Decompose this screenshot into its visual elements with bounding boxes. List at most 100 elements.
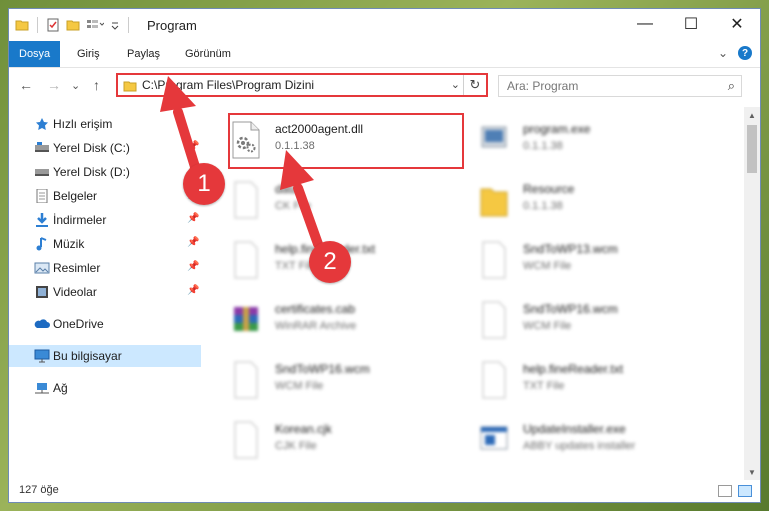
sidebar-item-videos[interactable]: Videolar 📌 <box>9 281 201 303</box>
file-item-sndtowp13[interactable]: SndToWP13.wcm WCM File <box>457 233 697 287</box>
up-button[interactable]: ↑ <box>93 77 100 93</box>
file-item-help-txt[interactable]: help.fineReader.txt TXT File <box>457 353 697 407</box>
sidebar-item-label: Resimler <box>53 261 101 275</box>
tab-view[interactable]: Görünüm <box>175 41 241 67</box>
toolbar-separator <box>37 17 38 33</box>
sidebar-item-label: Yerel Disk (C:) <box>53 141 130 155</box>
tab-file[interactable]: Dosya <box>9 41 61 67</box>
sidebar-item-documents[interactable]: Belgeler 📌 <box>9 185 201 207</box>
status-bar: 127 öğe <box>9 480 760 502</box>
cloud-icon <box>34 319 50 328</box>
ribbon-tabs: Dosya Giriş Paylaş Görünüm ⌄ ? <box>9 41 760 68</box>
sidebar-item-label: Müzik <box>53 237 85 251</box>
file-icon <box>234 181 258 219</box>
chevron-down-icon[interactable]: ⌄ <box>718 46 728 60</box>
sidebar-item-pictures[interactable]: Resimler 📌 <box>9 257 201 279</box>
annotation-badge-2: 2 <box>309 241 351 283</box>
file-name: Resource <box>523 182 575 196</box>
pin-icon: 📌 <box>187 285 200 296</box>
close-button[interactable]: ✕ <box>714 9 760 39</box>
annotation-badge-1: 1 <box>183 163 225 205</box>
maximize-button[interactable]: ☐ <box>668 9 714 39</box>
file-version: 0.1.1.38 <box>523 140 563 152</box>
tab-share[interactable]: Paylaş <box>117 41 170 67</box>
properties-icon[interactable] <box>46 18 60 32</box>
file-icon <box>234 241 258 279</box>
star-icon <box>36 118 48 130</box>
pin-icon: 📌 <box>187 261 200 272</box>
file-type: CK File <box>275 200 312 212</box>
file-icon <box>482 301 506 339</box>
new-folder-icon[interactable] <box>66 18 80 32</box>
file-explorer-window: Program — ☐ ✕ Dosya Giriş Paylaş Görünüm… <box>8 8 761 503</box>
file-item-program-exe[interactable]: program.exe 0.1.1.38 <box>457 113 697 167</box>
pin-icon: 📌 <box>187 141 200 152</box>
sidebar-item-local-disk-d[interactable]: Yerel Disk (D:) 📌 <box>9 161 201 183</box>
window-controls: — ☐ ✕ <box>622 9 760 39</box>
videos-icon <box>36 286 48 298</box>
sidebar-item-onedrive[interactable]: OneDrive <box>9 313 201 335</box>
file-version: 0.1.1.38 <box>523 200 563 212</box>
large-icons-view-icon[interactable] <box>738 485 752 497</box>
file-item-act2000agent-dll[interactable]: act2000agent.dll 0.1.1.38 <box>209 113 449 167</box>
file-item-sndtowp16[interactable]: SndToWP16.wcm WCM File <box>209 353 449 407</box>
file-item-certificates-cab[interactable]: certificates.cab WinRAR Archive <box>209 293 449 347</box>
customize-toolbar-icon[interactable] <box>110 18 120 32</box>
file-type: ABBY updates installer <box>523 440 636 452</box>
sidebar-item-label: OneDrive <box>53 317 104 331</box>
sidebar-item-music[interactable]: Müzik 📌 <box>9 233 201 255</box>
file-name: SndToWP16.wcm <box>523 302 618 316</box>
view-options-icon[interactable] <box>86 18 104 32</box>
back-button[interactable]: ← <box>19 77 33 93</box>
pin-icon: 📌 <box>187 213 200 224</box>
scroll-thumb[interactable] <box>747 125 757 173</box>
address-bar[interactable]: C:\Program Files\Program Dizini ⌄ ↻ <box>116 73 488 97</box>
chevron-down-icon[interactable]: ⌄ <box>451 78 460 91</box>
search-icon[interactable]: ⌕ <box>728 78 735 94</box>
exe-icon <box>481 126 507 148</box>
file-item-resource[interactable]: Resource 0.1.1.38 <box>457 173 697 227</box>
details-view-icon[interactable] <box>718 485 732 497</box>
sidebar-item-this-pc[interactable]: Bu bilgisayar <box>9 345 201 367</box>
folder-icon <box>15 20 29 31</box>
file-list: act2000agent.dll 0.1.1.38 program.exe 0.… <box>209 107 737 480</box>
file-item-sndtowp16[interactable]: SndToWP16.wcm WCM File <box>457 293 697 347</box>
search-input[interactable]: Ara: Program <box>507 79 578 93</box>
title-bar: Program — ☐ ✕ <box>9 9 760 41</box>
sidebar-item-label: Hızlı erişim <box>53 117 113 131</box>
file-name: SndToWP13.wcm <box>523 242 618 256</box>
drive-icon <box>35 169 49 176</box>
tab-home[interactable]: Giriş <box>67 41 110 67</box>
navigation-pane: Hızlı erişim Yerel Disk (C:) 📌 Yerel Dis… <box>9 107 201 480</box>
music-icon <box>36 237 47 251</box>
help-icon[interactable]: ? <box>738 46 752 60</box>
scroll-down-icon[interactable]: ▼ <box>744 464 760 480</box>
network-icon <box>35 383 49 394</box>
address-path[interactable]: C:\Program Files\Program Dizini <box>142 78 314 92</box>
sidebar-item-label: Yerel Disk (D:) <box>53 165 130 179</box>
navigation-row: ← → ⌄ ↑ C:\Program Files\Program Dizini … <box>9 71 760 101</box>
file-type: TXT File <box>523 380 565 392</box>
downloads-icon <box>36 213 48 227</box>
file-name: certificates.cab <box>275 302 356 316</box>
search-box[interactable]: Ara: Program ⌕ <box>498 75 742 97</box>
file-name: data <box>275 182 299 196</box>
refresh-button[interactable]: ↻ <box>463 75 486 95</box>
file-type: WCM File <box>275 380 324 392</box>
ribbon-controls: ⌄ ? <box>718 46 752 60</box>
file-icon <box>482 361 506 399</box>
sidebar-item-quick-access[interactable]: Hızlı erişim <box>9 113 201 135</box>
file-item-korean-cjk[interactable]: Korean.cjk CJK File <box>209 413 449 467</box>
scroll-up-icon[interactable]: ▲ <box>744 107 760 123</box>
recent-locations-button[interactable]: ⌄ <box>71 79 80 92</box>
quick-access-toolbar <box>15 17 131 33</box>
sidebar-item-network[interactable]: Ağ <box>9 377 201 399</box>
minimize-button[interactable]: — <box>622 9 668 39</box>
vertical-scrollbar[interactable]: ▲ ▼ <box>744 107 760 480</box>
sidebar-item-local-disk-c[interactable]: Yerel Disk (C:) 📌 <box>9 137 201 159</box>
window-title: Program <box>147 18 197 33</box>
file-item-updateinstaller-exe[interactable]: UpdateInstaller.exe ABBY updates install… <box>457 413 697 467</box>
file-item-data[interactable]: data CK File <box>209 173 449 227</box>
forward-button[interactable]: → <box>47 77 61 93</box>
sidebar-item-downloads[interactable]: İndirmeler 📌 <box>9 209 201 231</box>
